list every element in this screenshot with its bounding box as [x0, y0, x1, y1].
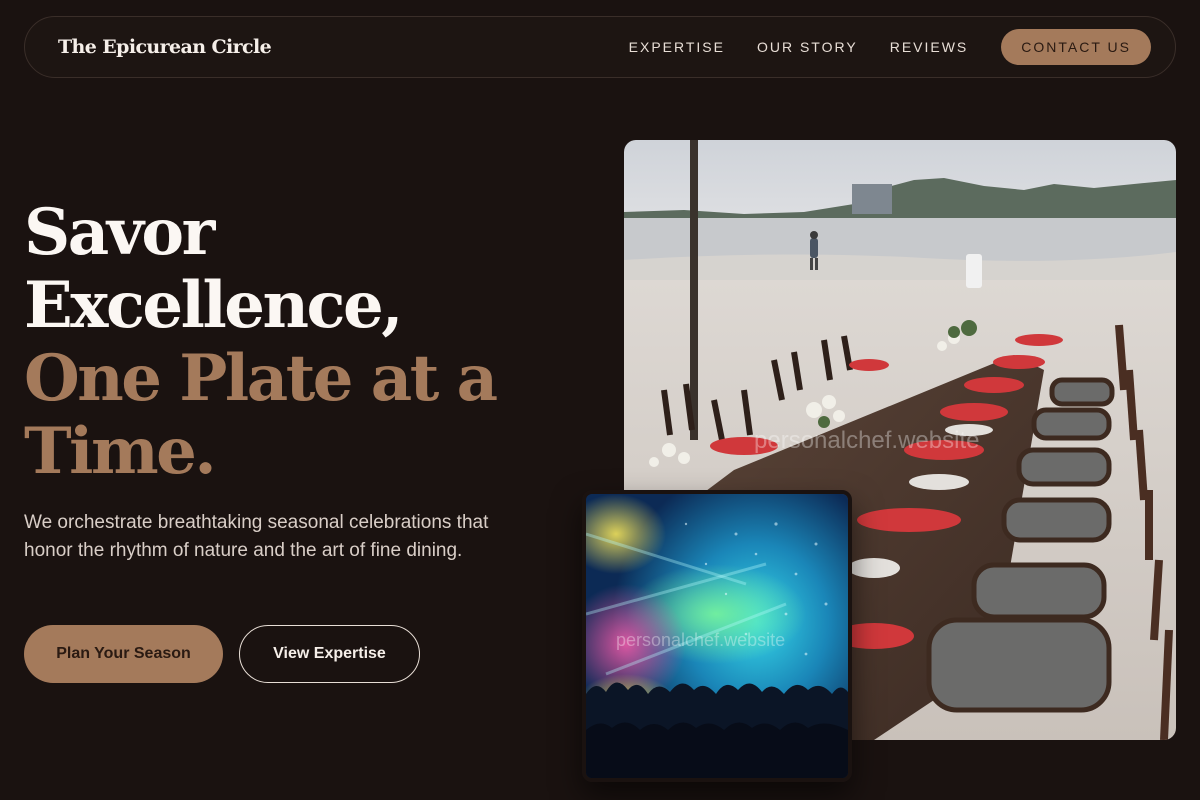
main-photo-watermark: personalchef.website — [754, 427, 979, 454]
headline-line-4: Time. — [24, 414, 217, 489]
inset-photo-watermark: personalchef.website — [616, 630, 785, 650]
contact-us-button[interactable]: CONTACT US — [1001, 29, 1151, 65]
headline-line-2: Excellence, — [24, 268, 403, 343]
concert-photo: personalchef.website — [582, 490, 852, 782]
hero-headline: Savor Excellence, One Plate at a Time. — [24, 196, 584, 488]
nav-links: EXPERTISE OUR STORY REVIEWS CONTACT US — [629, 29, 1151, 65]
nav-link-expertise[interactable]: EXPERTISE — [629, 39, 725, 55]
headline-line-3: One Plate at a — [24, 341, 498, 416]
concert-illustration: personalchef.website — [586, 494, 848, 778]
brand-logo[interactable]: The Epicurean Circle — [58, 36, 272, 58]
nav-link-reviews[interactable]: REVIEWS — [890, 39, 969, 55]
view-expertise-button[interactable]: View Expertise — [239, 625, 420, 683]
headline-line-1: Savor — [24, 195, 215, 270]
plan-your-season-button[interactable]: Plan Your Season — [24, 625, 223, 683]
nav-link-our-story[interactable]: OUR STORY — [757, 39, 858, 55]
hero-subcopy: We orchestrate breathtaking seasonal cel… — [24, 512, 489, 561]
top-navigation: The Epicurean Circle EXPERTISE OUR STORY… — [24, 16, 1176, 78]
